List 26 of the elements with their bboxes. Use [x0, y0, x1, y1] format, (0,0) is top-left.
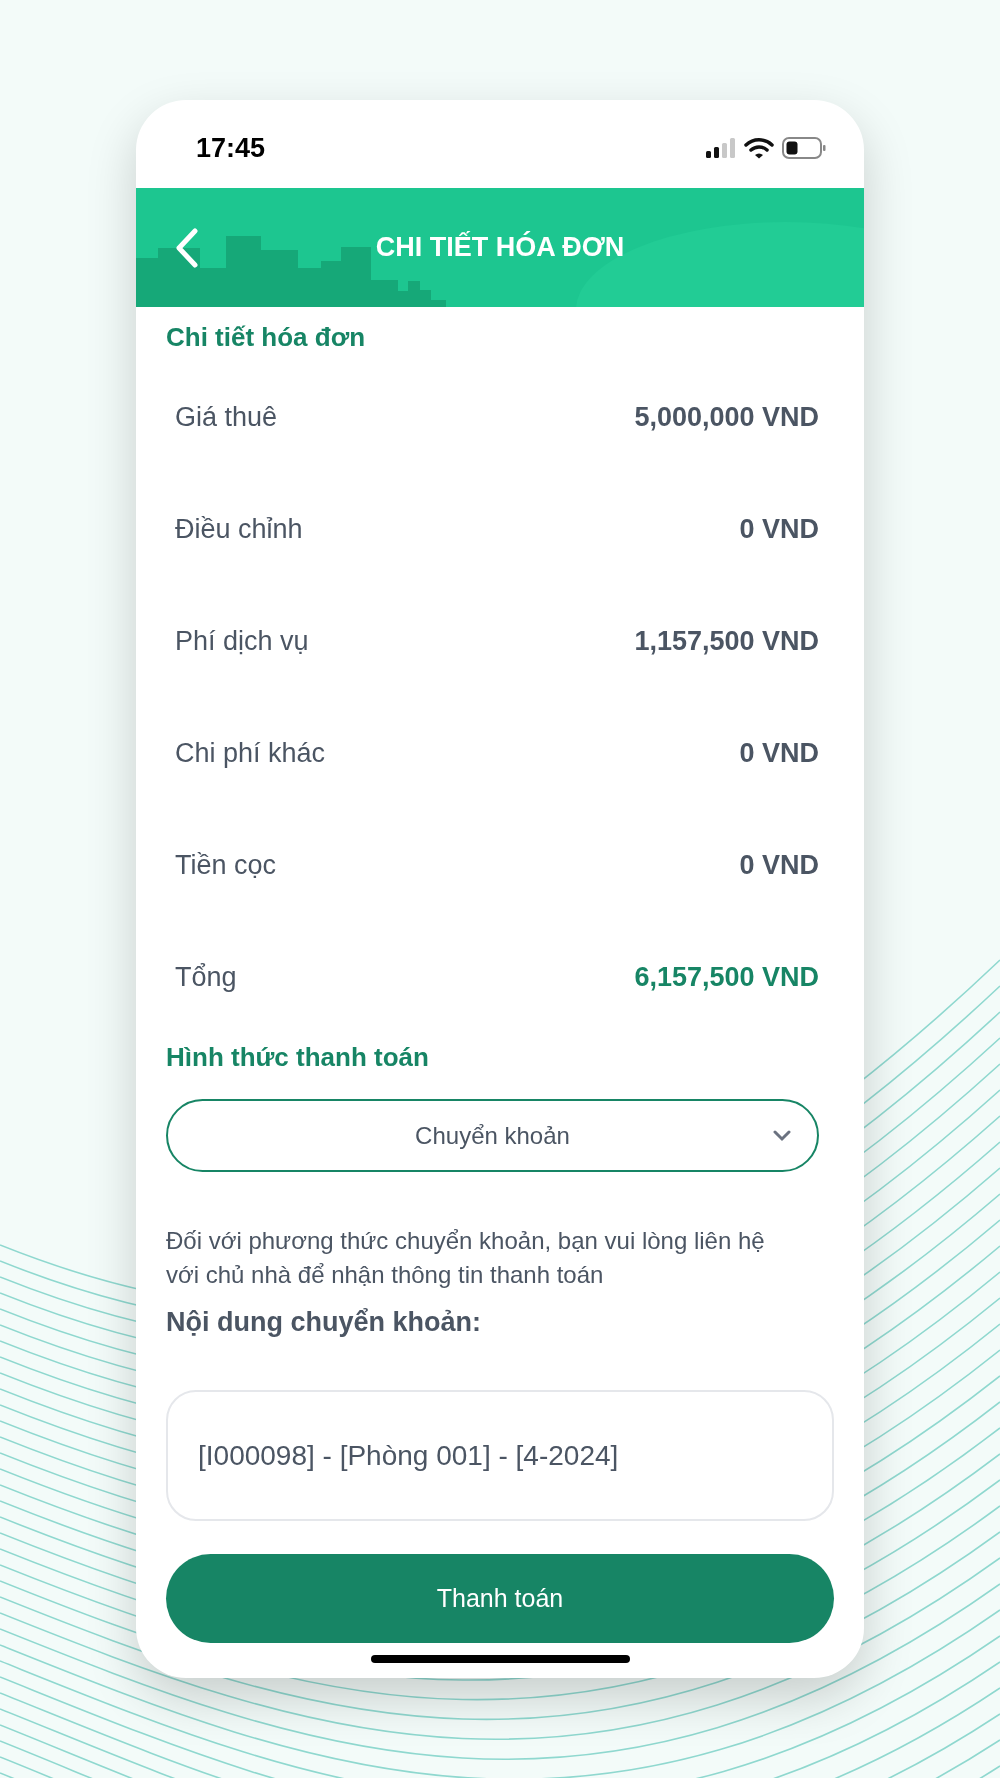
battery-icon — [782, 137, 826, 159]
field-label: Nội dung chuyển khoản: — [166, 1306, 482, 1339]
screen-title: CHI TIẾT HÓA ĐƠN — [375, 230, 625, 265]
status-time: 17:45 — [196, 131, 266, 165]
wifi-icon — [744, 137, 774, 159]
section-title: Chi tiết hóa đơn — [166, 321, 367, 354]
back-icon — [175, 228, 199, 268]
row-label: Chi phí khác — [175, 736, 326, 770]
pay-button[interactable]: Thanh toán — [166, 1554, 834, 1643]
row-label: Giá thuê — [175, 400, 278, 434]
row-value: 6,157,500 VND — [634, 960, 819, 994]
info-note: Đối với phương thức chuyển khoản, bạn vui lòng liên hệ với chủ nhà để nhận thông tin thanh toán — [166, 1226, 766, 1290]
payment-method-dropdown[interactable]: Chuyển khoản — [166, 1099, 819, 1172]
row-value: 0 VND — [739, 512, 819, 546]
row-value: 0 VND — [739, 848, 819, 882]
chevron-down-icon — [773, 1130, 791, 1142]
section-title: Hình thức thanh toán — [166, 1041, 430, 1074]
row-label: Điều chỉnh — [175, 512, 303, 546]
transfer-content-field[interactable]: [I000098] - [Phòng 001] - [4-2024] — [166, 1390, 834, 1521]
signal-icon — [706, 138, 736, 158]
row-value: 1,157,500 VND — [634, 624, 819, 658]
row-label: Phí dịch vụ — [175, 624, 309, 658]
row-label: Tổng — [175, 960, 237, 994]
row-value: 5,000,000 VND — [634, 400, 819, 434]
row-value: 0 VND — [739, 736, 819, 770]
row-label: Tiền cọc — [175, 848, 277, 882]
